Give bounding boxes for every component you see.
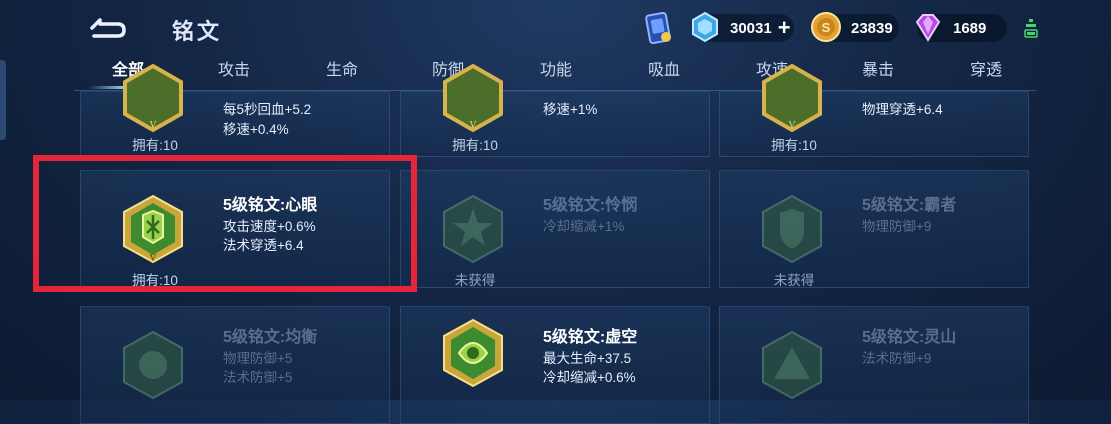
svg-text:V: V (469, 120, 477, 131)
inscription-attribute: 最大生命+37.5 (543, 351, 632, 366)
void-emblem-icon (443, 318, 503, 388)
inscription-attribute: 每5秒回血+5.2 (223, 102, 312, 117)
inscription-emblem-icon: V (762, 63, 822, 133)
heart-eye-emblem-icon: V (123, 194, 183, 264)
inscription-card[interactable]: V 每5秒回血+5.2 移速+0.4% 拥有:10 (80, 63, 390, 157)
owned-count: 拥有:10 (452, 138, 498, 153)
inscription-attribute: 攻击速度+0.6% (223, 219, 316, 234)
owned-count: 拥有:10 (132, 273, 178, 288)
inscription-attribute: 法术防御+5 (223, 370, 293, 385)
inscription-emblem-icon: V (443, 63, 503, 133)
svg-text:V: V (788, 120, 796, 131)
svg-text:V: V (149, 120, 157, 131)
inscription-card[interactable]: V 物理穿透+6.4 拥有:10 (719, 63, 1029, 157)
inscription-card[interactable]: V 移速+1% 拥有:10 (400, 63, 710, 157)
inscription-grid: V 每5秒回血+5.2 移速+0.4% 拥有:10 V 移速+1% 拥有:10 … (0, 0, 1111, 424)
inscription-card-junheng[interactable]: 5级铭文:均衡 物理防御+5 法术防御+5 (80, 306, 390, 424)
inscription-card-lianmin[interactable]: 5级铭文:怜悯 冷却缩减+1% 未获得 (400, 170, 710, 288)
unobtained-status: 未获得 (454, 273, 496, 288)
svg-text:V: V (149, 253, 157, 264)
inscription-attribute: 冷却缩减+1% (543, 219, 625, 234)
balance-emblem-icon (123, 330, 183, 400)
inscription-name: 5级铭文:心眼 (223, 197, 318, 214)
owned-count: 拥有:10 (771, 138, 817, 153)
owned-count: 拥有:10 (132, 138, 178, 153)
inscription-attribute: 冷却缩减+0.6% (543, 370, 636, 385)
inscription-attribute: 物理防御+5 (223, 351, 293, 366)
inscription-name: 5级铭文:灵山 (862, 329, 957, 346)
inscription-name: 5级铭文:霸者 (862, 197, 957, 214)
inscription-name: 5级铭文:怜悯 (543, 197, 638, 214)
star-emblem-icon (443, 194, 503, 264)
inscription-name: 5级铭文:均衡 (223, 329, 318, 346)
inscription-attribute: 法术防御+9 (862, 351, 932, 366)
inscription-attribute: 物理穿透+6.4 (862, 102, 943, 117)
inscription-attribute: 移速+0.4% (223, 122, 289, 137)
inscription-emblem-icon: V (123, 63, 183, 133)
mountain-emblem-icon (762, 330, 822, 400)
unobtained-status: 未获得 (773, 273, 815, 288)
inscription-name: 5级铭文:虚空 (543, 329, 638, 346)
inscription-attribute: 移速+1% (543, 102, 598, 117)
inscription-attribute: 法术穿透+6.4 (223, 238, 304, 253)
shield-emblem-icon (762, 194, 822, 264)
inscription-card-lingshan[interactable]: 5级铭文:灵山 法术防御+9 (719, 306, 1029, 424)
inscription-card-xukong[interactable]: 5级铭文:虚空 最大生命+37.5 冷却缩减+0.6% (400, 306, 710, 424)
inscription-attribute: 物理防御+9 (862, 219, 932, 234)
inscription-card-bazhe[interactable]: 5级铭文:霸者 物理防御+9 未获得 (719, 170, 1029, 288)
inscription-card-xinyan[interactable]: V 5级铭文:心眼 攻击速度+0.6% 法术穿透+6.4 拥有:10 (80, 170, 390, 288)
